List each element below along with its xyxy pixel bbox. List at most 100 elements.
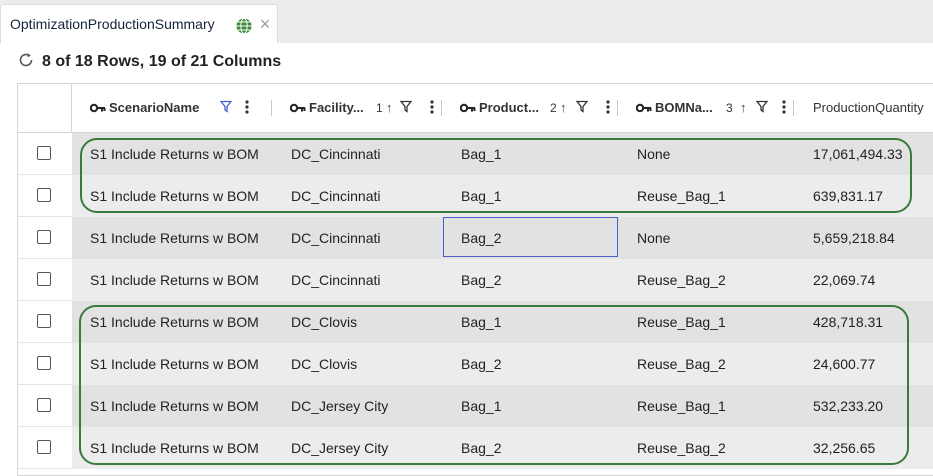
key-icon xyxy=(290,103,306,113)
cell-quantity[interactable]: 17,061,494.33 xyxy=(813,146,903,162)
cell-facility[interactable]: DC_Cincinnati xyxy=(291,188,380,204)
row-select-cell xyxy=(18,343,72,385)
cell-product[interactable]: Bag_1 xyxy=(461,398,501,414)
column-header-scenarioname[interactable]: ScenarioName xyxy=(72,84,272,132)
cell-product[interactable]: Bag_1 xyxy=(461,314,501,330)
key-icon xyxy=(460,103,476,113)
cell-product[interactable]: Bag_2 xyxy=(461,440,501,456)
cell-facility[interactable]: DC_Clovis xyxy=(291,356,357,372)
cell-bom[interactable]: None xyxy=(637,230,670,246)
grid-header: ScenarioName Facility... 1 ↑ Product... … xyxy=(18,84,933,133)
close-icon[interactable]: × xyxy=(258,15,272,33)
sort-order-number: 3 xyxy=(726,101,733,115)
table-row[interactable]: S1 Include Returns w BOM DC_Cincinnati B… xyxy=(18,133,933,175)
column-menu-icon[interactable] xyxy=(430,99,434,115)
cell-bom[interactable]: Reuse_Bag_2 xyxy=(637,356,726,372)
cell-facility[interactable]: DC_Cincinnati xyxy=(291,230,380,246)
cell-product[interactable]: Bag_1 xyxy=(461,146,501,162)
cell-scenario[interactable]: S1 Include Returns w BOM xyxy=(90,440,259,456)
data-grid: ScenarioName Facility... 1 ↑ Product... … xyxy=(17,83,933,476)
filter-icon[interactable] xyxy=(400,100,412,113)
row-select-cell xyxy=(18,385,72,427)
column-label: BOMNa... xyxy=(655,100,713,115)
focused-cell-outline xyxy=(443,217,618,257)
cell-bom[interactable]: None xyxy=(637,146,670,162)
row-count-label: 8 of 18 Rows, 19 of 21 Columns xyxy=(42,53,282,70)
row-select-cell xyxy=(18,133,72,175)
cell-facility[interactable]: DC_Jersey City xyxy=(291,440,388,456)
cell-facility[interactable]: DC_Cincinnati xyxy=(291,146,380,162)
column-header-product[interactable]: Product... 2 ↑ xyxy=(442,84,618,132)
column-label: ScenarioName xyxy=(109,100,200,115)
row-select-cell xyxy=(18,217,72,259)
cell-facility[interactable]: DC_Jersey City xyxy=(291,398,388,414)
cell-facility[interactable]: DC_Clovis xyxy=(291,314,357,330)
table-row[interactable]: S1 Include Returns w BOM DC_Jersey City … xyxy=(18,385,933,427)
cell-scenario[interactable]: S1 Include Returns w BOM xyxy=(90,146,259,162)
cell-facility[interactable]: DC_Cincinnati xyxy=(291,272,380,288)
refresh-icon[interactable] xyxy=(17,51,35,69)
column-label: ProductionQuantity xyxy=(813,100,924,115)
row-checkbox[interactable] xyxy=(37,314,51,328)
cell-quantity[interactable]: 24,600.77 xyxy=(813,356,875,372)
cell-scenario[interactable]: S1 Include Returns w BOM xyxy=(90,230,259,246)
row-checkbox[interactable] xyxy=(37,272,51,286)
cell-scenario[interactable]: S1 Include Returns w BOM xyxy=(90,314,259,330)
sort-ascending-icon[interactable]: ↑ xyxy=(560,100,567,115)
row-checkbox[interactable] xyxy=(37,146,51,160)
row-select-cell xyxy=(18,427,72,469)
column-menu-icon[interactable] xyxy=(606,99,610,115)
globe-icon xyxy=(236,18,252,34)
cell-bom[interactable]: Reuse_Bag_1 xyxy=(637,314,726,330)
cell-scenario[interactable]: S1 Include Returns w BOM xyxy=(90,188,259,204)
cell-quantity[interactable]: 5,659,218.84 xyxy=(813,230,895,246)
sort-order-number: 1 xyxy=(376,101,383,115)
cell-bom[interactable]: Reuse_Bag_1 xyxy=(637,398,726,414)
table-row[interactable]: S1 Include Returns w BOM DC_Cincinnati B… xyxy=(18,259,933,301)
row-checkbox[interactable] xyxy=(37,356,51,370)
row-select-cell xyxy=(18,259,72,301)
cell-product[interactable]: Bag_1 xyxy=(461,188,501,204)
column-label: Facility... xyxy=(309,100,364,115)
cell-scenario[interactable]: S1 Include Returns w BOM xyxy=(90,272,259,288)
tab-optimization-production-summary[interactable]: OptimizationProductionSummary × xyxy=(0,4,278,43)
cell-quantity[interactable]: 32,256.65 xyxy=(813,440,875,456)
filter-icon[interactable] xyxy=(220,100,232,113)
column-label: Product... xyxy=(479,100,539,115)
cell-scenario[interactable]: S1 Include Returns w BOM xyxy=(90,398,259,414)
row-checkbox[interactable] xyxy=(37,188,51,202)
cell-bom[interactable]: Reuse_Bag_2 xyxy=(637,272,726,288)
cell-product[interactable]: Bag_2 xyxy=(461,356,501,372)
cell-quantity[interactable]: 428,718.31 xyxy=(813,314,883,330)
row-checkbox[interactable] xyxy=(37,398,51,412)
row-select-cell xyxy=(18,175,72,217)
column-menu-icon[interactable] xyxy=(782,99,786,115)
key-icon xyxy=(636,103,652,113)
table-row[interactable]: S1 Include Returns w BOM DC_Clovis Bag_2… xyxy=(18,343,933,385)
row-checkbox[interactable] xyxy=(37,230,51,244)
column-header-facility[interactable]: Facility... 1 ↑ xyxy=(272,84,442,132)
filter-icon[interactable] xyxy=(756,100,768,113)
table-row[interactable]: S1 Include Returns w BOM DC_Clovis Bag_1… xyxy=(18,301,933,343)
column-menu-icon[interactable] xyxy=(245,99,249,115)
sort-order-number: 2 xyxy=(550,101,557,115)
cell-quantity[interactable]: 22,069.74 xyxy=(813,272,875,288)
sort-ascending-icon[interactable]: ↑ xyxy=(740,100,747,115)
table-row[interactable]: S1 Include Returns w BOM DC_Jersey City … xyxy=(18,427,933,469)
cell-bom[interactable]: Reuse_Bag_2 xyxy=(637,440,726,456)
cell-quantity[interactable]: 532,233.20 xyxy=(813,398,883,414)
table-row[interactable]: S1 Include Returns w BOM DC_Cincinnati B… xyxy=(18,175,933,217)
select-all-header[interactable] xyxy=(18,84,72,132)
key-icon xyxy=(90,103,106,113)
cell-scenario[interactable]: S1 Include Returns w BOM xyxy=(90,356,259,372)
sort-ascending-icon[interactable]: ↑ xyxy=(386,100,393,115)
cell-bom[interactable]: Reuse_Bag_1 xyxy=(637,188,726,204)
main-content: 8 of 18 Rows, 19 of 21 Columns ScenarioN… xyxy=(0,43,933,476)
cell-product[interactable]: Bag_2 xyxy=(461,272,501,288)
tab-title: OptimizationProductionSummary xyxy=(10,16,215,32)
cell-quantity[interactable]: 639,831.17 xyxy=(813,188,883,204)
column-header-productionquantity[interactable]: ProductionQuantity xyxy=(794,84,933,132)
column-header-bomname[interactable]: BOMNa... 3 ↑ xyxy=(618,84,794,132)
row-checkbox[interactable] xyxy=(37,440,51,454)
filter-icon[interactable] xyxy=(576,100,588,113)
